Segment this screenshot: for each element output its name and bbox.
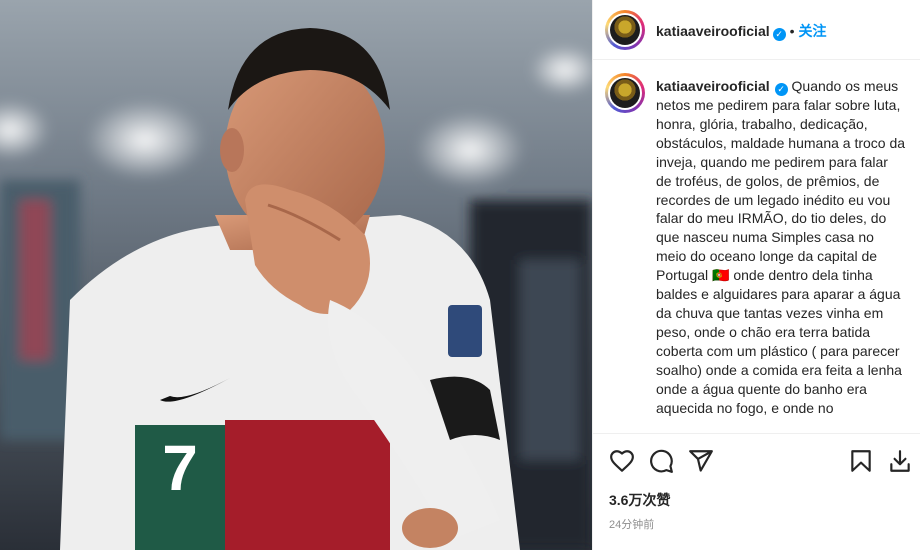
post-photo[interactable]: 7 <box>0 0 592 550</box>
post-header: katiaaveirooficial ✓ • 关注 <box>593 0 920 60</box>
post-timestamp: 24分钟前 <box>609 519 655 531</box>
jersey-number: 7 <box>162 432 198 504</box>
separator-dot: • <box>789 23 795 39</box>
send-icon[interactable] <box>688 448 714 474</box>
avatar-image <box>610 15 640 45</box>
comment-icon[interactable] <box>648 448 674 474</box>
caption-scroll-area[interactable]: katiaaveirooficial ✓ Quando os meus netos… <box>593 61 920 433</box>
heart-icon[interactable] <box>609 448 635 474</box>
download-icon[interactable] <box>887 448 913 474</box>
verified-badge-icon: ✓ <box>774 83 788 96</box>
avatar[interactable] <box>605 10 645 50</box>
caption-username-link[interactable]: katiaaveirooficial <box>656 78 770 94</box>
bookmark-icon[interactable] <box>848 448 874 474</box>
header-user-line: katiaaveirooficial ✓ • 关注 <box>656 21 827 41</box>
likes-count[interactable]: 3.6万次赞 <box>609 490 670 510</box>
caption: katiaaveirooficial ✓ Quando os meus netos… <box>656 77 906 417</box>
caption-avatar[interactable] <box>605 73 645 113</box>
username-link[interactable]: katiaaveirooficial <box>656 23 770 39</box>
post-actions: 3.6万次赞 24分钟前 <box>593 433 920 550</box>
photo-illustration: 7 <box>0 0 592 550</box>
caption-text: Quando os meus netos me pedirem para fal… <box>656 78 906 416</box>
follow-button[interactable]: 关注 <box>799 23 827 39</box>
avatar-image <box>610 78 640 108</box>
post-side-panel: katiaaveirooficial ✓ • 关注 katiaaveirooficia… <box>592 0 920 550</box>
verified-badge-icon: ✓ <box>772 28 786 41</box>
